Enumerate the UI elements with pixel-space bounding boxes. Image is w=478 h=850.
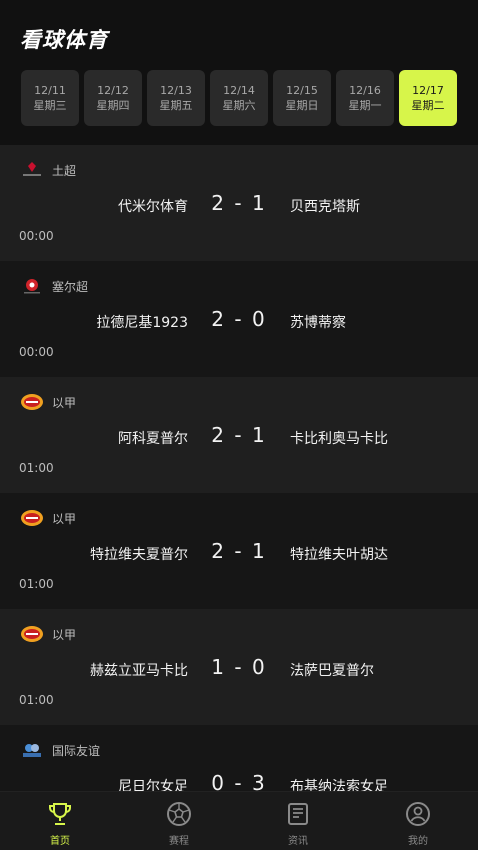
date-tab-1212[interactable]: 12/12 星期四: [84, 70, 142, 126]
league-name: 以甲: [52, 395, 77, 410]
match-score: 2 - 1: [211, 191, 267, 215]
tab-label: 我的: [408, 836, 428, 847]
trophy-icon: [46, 800, 74, 828]
away-team: 布基纳法索女足: [290, 779, 388, 791]
soccer-ball-icon: [165, 800, 193, 828]
match-card[interactable]: 国际友谊 尼日尔女足 0 - 3 布基纳法索女足: [0, 725, 478, 791]
weekday-label: 星期日: [285, 99, 319, 112]
home-team: 代米尔体育: [118, 199, 188, 215]
league-row: 以甲: [20, 623, 76, 645]
tab-label: 资讯: [288, 836, 308, 847]
israel-liga-leumit-logo-icon: [20, 625, 44, 643]
date-tab-1213[interactable]: 12/13 星期五: [147, 70, 205, 126]
match-card[interactable]: 以甲 赫兹立亚马卡比 1 - 0 法萨巴夏普尔 01:00: [0, 609, 478, 725]
away-team: 苏博蒂察: [290, 315, 346, 331]
league-row: 以甲: [20, 507, 76, 529]
match-card[interactable]: 以甲 阿科夏普尔 2 - 1 卡比利奥马卡比 01:00: [0, 377, 478, 493]
date-label: 12/15: [286, 84, 318, 97]
weekday-label: 星期二: [411, 99, 445, 112]
match-score: 2 - 0: [211, 307, 267, 331]
match-card[interactable]: 以甲 特拉维夫夏普尔 2 - 1 特拉维夫叶胡达 01:00: [0, 493, 478, 609]
league-row: 土超: [20, 159, 76, 181]
match-card[interactable]: 塞尔超 拉德尼基1923 2 - 0 苏博蒂察 00:00: [0, 261, 478, 377]
tab-home[interactable]: 首页: [30, 800, 90, 847]
match-time: 01:00: [19, 461, 54, 475]
bottom-tab-bar: 首页 赛程 资讯 我的: [0, 791, 478, 850]
match-score: 2 - 1: [211, 423, 267, 447]
away-team: 特拉维夫叶胡达: [290, 547, 388, 563]
match-list: 土超 代米尔体育 2 - 1 贝西克塔斯 00:00 塞尔超 拉德尼基1923 …: [0, 145, 478, 791]
league-name: 以甲: [52, 627, 77, 642]
profile-icon: [404, 800, 432, 828]
weekday-label: 星期五: [159, 99, 193, 112]
league-name: 国际友谊: [52, 743, 101, 758]
home-team: 阿科夏普尔: [118, 431, 188, 447]
date-selector: 12/11 星期三 12/12 星期四 12/13 星期五 12/14 星期六 …: [0, 70, 478, 128]
home-team: 尼日尔女足: [118, 779, 188, 791]
league-name: 土超: [52, 163, 77, 178]
tab-news[interactable]: 资讯: [268, 800, 328, 847]
match-score: 1 - 0: [211, 655, 267, 679]
tab-schedule[interactable]: 赛程: [149, 800, 209, 847]
home-team: 特拉维夫夏普尔: [90, 547, 188, 563]
away-team: 贝西克塔斯: [290, 199, 360, 215]
date-label: 12/17: [412, 84, 444, 97]
league-row: 塞尔超: [20, 275, 88, 297]
date-tab-1216[interactable]: 12/16 星期一: [336, 70, 394, 126]
date-label: 12/13: [160, 84, 192, 97]
tab-label: 首页: [50, 836, 70, 847]
date-tab-1211[interactable]: 12/11 星期三: [21, 70, 79, 126]
match-time: 00:00: [19, 345, 54, 359]
app-title: 看球体育: [20, 28, 108, 52]
match-score: 0 - 3: [211, 771, 267, 791]
turkish-super-lig-logo-icon: [20, 161, 44, 179]
home-team: 拉德尼基1923: [96, 315, 188, 331]
app-header: 看球体育: [0, 0, 478, 64]
match-score: 2 - 1: [211, 539, 267, 563]
date-tab-1214[interactable]: 12/14 星期六: [210, 70, 268, 126]
match-card[interactable]: 土超 代米尔体育 2 - 1 贝西克塔斯 00:00: [0, 145, 478, 261]
israel-liga-leumit-logo-icon: [20, 509, 44, 527]
international-friendly-logo-icon: [20, 741, 44, 759]
israel-liga-leumit-logo-icon: [20, 393, 44, 411]
match-time: 00:00: [19, 229, 54, 243]
tab-label: 赛程: [169, 836, 189, 847]
weekday-label: 星期一: [348, 99, 382, 112]
weekday-label: 星期三: [33, 99, 67, 112]
away-team: 卡比利奥马卡比: [290, 431, 388, 447]
date-tab-1215[interactable]: 12/15 星期日: [273, 70, 331, 126]
weekday-label: 星期四: [96, 99, 130, 112]
weekday-label: 星期六: [222, 99, 256, 112]
match-time: 01:00: [19, 577, 54, 591]
tab-profile[interactable]: 我的: [388, 800, 448, 847]
league-name: 以甲: [52, 511, 77, 526]
league-name: 塞尔超: [52, 279, 89, 294]
date-label: 12/16: [349, 84, 381, 97]
serbian-superliga-logo-icon: [20, 277, 44, 295]
match-time: 01:00: [19, 693, 54, 707]
date-label: 12/14: [223, 84, 255, 97]
league-row: 以甲: [20, 391, 76, 413]
news-icon: [284, 800, 312, 828]
date-label: 12/12: [97, 84, 129, 97]
home-team: 赫兹立亚马卡比: [90, 663, 188, 679]
date-tab-1217[interactable]: 12/17 星期二: [399, 70, 457, 126]
league-row: 国际友谊: [20, 739, 100, 761]
away-team: 法萨巴夏普尔: [290, 663, 374, 679]
date-label: 12/11: [34, 84, 66, 97]
